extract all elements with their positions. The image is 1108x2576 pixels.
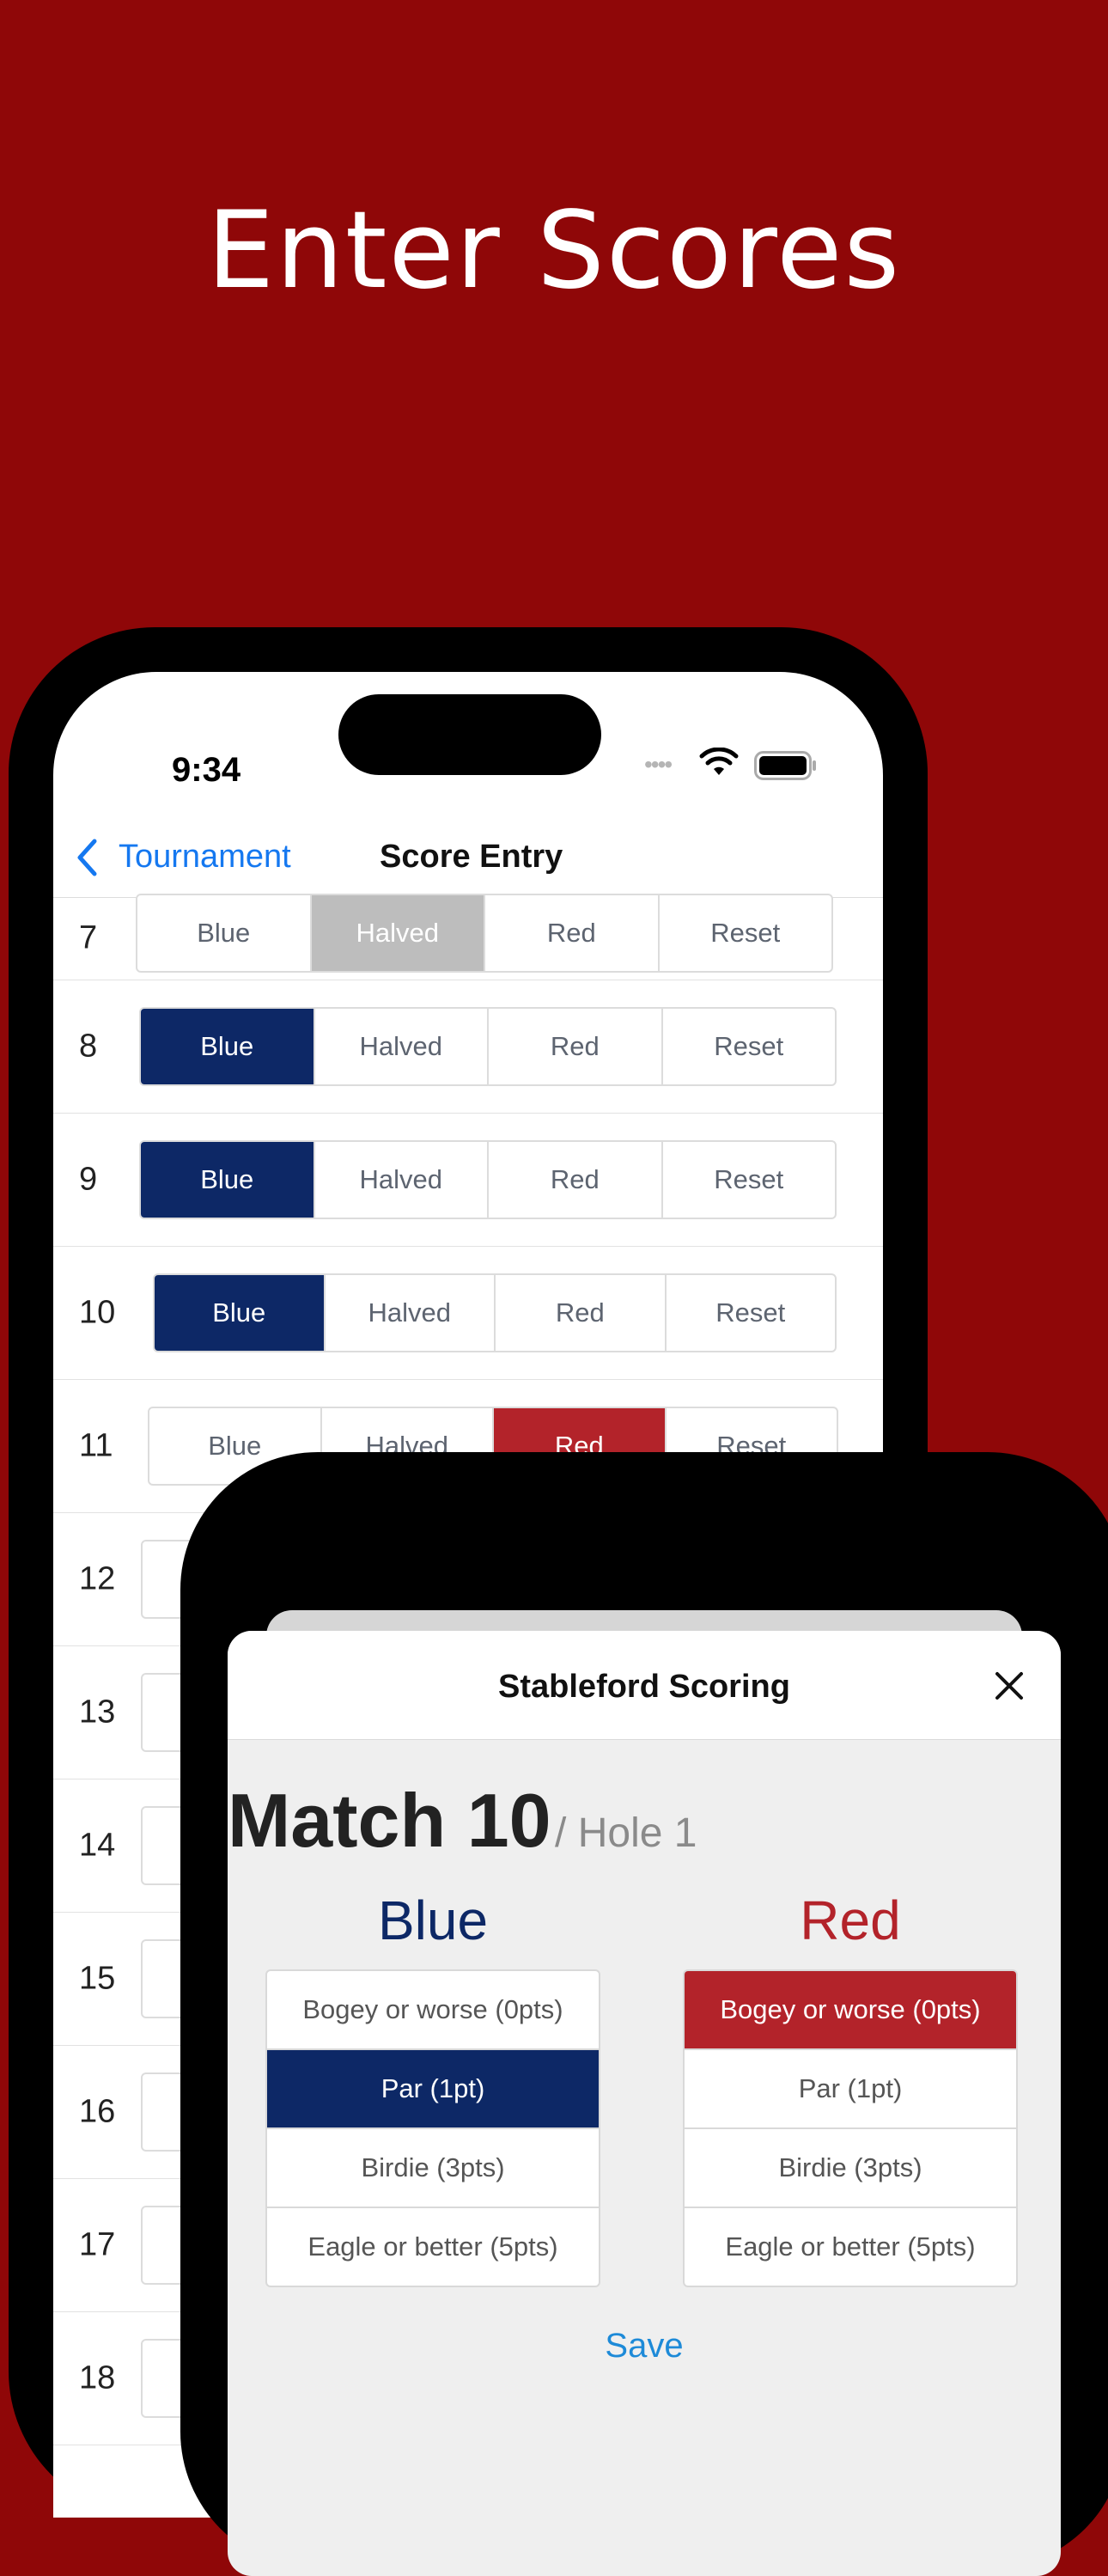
segment-halved[interactable]: Halved	[313, 1009, 488, 1084]
status-bar: 9:34 ••••	[53, 672, 883, 792]
segment-blue[interactable]: Blue	[141, 1142, 314, 1218]
match-title: Match 10	[228, 1778, 551, 1863]
segment-halved[interactable]: Halved	[323, 1275, 495, 1351]
red-column: Red Bogey or worse (0pts) Par (1pt) Birdie…	[683, 1889, 1018, 2287]
blue-option[interactable]: Birdie (3pts)	[267, 2127, 599, 2207]
hole-row: 10 Blue Halved Red Reset	[53, 1247, 883, 1380]
close-icon[interactable]	[992, 1669, 1026, 1703]
segment-red[interactable]: Red	[484, 895, 658, 971]
back-button[interactable]: Tournament	[119, 839, 291, 876]
phone-front: Stableford Scoring Match 10 / Hole 1 Blu…	[180, 1452, 1108, 2576]
signal-dots-icon: ••••	[644, 751, 673, 778]
segment-reset[interactable]: Reset	[657, 895, 832, 971]
hole-number: 18	[79, 2359, 116, 2396]
segment-reset[interactable]: Reset	[664, 1275, 836, 1351]
hole-row: 8 Blue Halved Red Reset	[53, 980, 883, 1114]
segment-halved[interactable]: Halved	[313, 1142, 488, 1218]
dynamic-island	[338, 694, 601, 775]
hole-number: 12	[79, 1560, 116, 1597]
segment-blue[interactable]: Blue	[137, 895, 310, 971]
battery-icon	[754, 751, 816, 780]
save-button[interactable]: Save	[228, 2327, 1061, 2365]
segment-reset[interactable]: Reset	[661, 1009, 836, 1084]
blue-title: Blue	[377, 1889, 489, 1951]
stableford-sheet: Stableford Scoring Match 10 / Hole 1 Blu…	[228, 1631, 1061, 2576]
result-segmented-control: Blue Halved Red Reset	[139, 1007, 837, 1086]
blue-options: Bogey or worse (0pts) Par (1pt) Birdie (3p…	[265, 1969, 600, 2287]
segment-reset[interactable]: Reset	[661, 1142, 836, 1218]
blue-option[interactable]: Bogey or worse (0pts)	[267, 1971, 599, 2048]
blue-option[interactable]: Par (1pt)	[267, 2048, 599, 2127]
segment-blue[interactable]: Blue	[141, 1009, 314, 1084]
result-segmented-control: Blue Halved Red Reset	[136, 894, 833, 973]
blue-column: Blue Bogey or worse (0pts) Par (1pt) Birdi…	[265, 1889, 600, 2287]
hole-number: 10	[79, 1294, 116, 1331]
hole-number: 9	[79, 1161, 98, 1198]
hole-row: 7 Blue Halved Red Reset	[53, 894, 883, 980]
segment-red[interactable]: Red	[487, 1142, 661, 1218]
result-segmented-control: Blue Halved Red Reset	[139, 1140, 837, 1219]
navigation-bar: Tournament Score Entry	[53, 801, 883, 898]
hole-number: 14	[79, 1827, 116, 1864]
segment-blue[interactable]: Blue	[155, 1275, 324, 1351]
hole-row: 9 Blue Halved Red Reset	[53, 1114, 883, 1247]
red-option[interactable]: Birdie (3pts)	[685, 2127, 1016, 2207]
hole-number: 7	[79, 919, 98, 956]
wifi-icon	[699, 748, 739, 775]
result-segmented-control: Blue Halved Red Reset	[153, 1273, 837, 1352]
sheet-title: Stableford Scoring	[498, 1669, 790, 1705]
page-title: Score Entry	[380, 839, 563, 875]
red-options: Bogey or worse (0pts) Par (1pt) Birdie (3p…	[683, 1969, 1018, 2287]
red-option[interactable]: Eagle or better (5pts)	[685, 2207, 1016, 2286]
segment-red[interactable]: Red	[487, 1009, 661, 1084]
red-option[interactable]: Par (1pt)	[685, 2048, 1016, 2127]
hole-number: 16	[79, 2093, 116, 2130]
segment-red[interactable]: Red	[494, 1275, 665, 1351]
hole-number: 15	[79, 1960, 116, 1997]
sheet-header: Stableford Scoring	[228, 1631, 1061, 1740]
red-title: Red	[800, 1889, 901, 1951]
hole-subtitle: / Hole 1	[555, 1810, 697, 1856]
hole-number: 8	[79, 1028, 98, 1065]
hole-number: 17	[79, 2226, 116, 2263]
headline: Enter Scores	[206, 189, 902, 313]
red-option[interactable]: Bogey or worse (0pts)	[685, 1971, 1016, 2048]
hole-number: 11	[79, 1427, 113, 1464]
hole-number: 13	[79, 1694, 116, 1731]
blue-option[interactable]: Eagle or better (5pts)	[267, 2207, 599, 2286]
status-time: 9:34	[172, 751, 241, 789]
match-heading: Match 10 / Hole 1	[228, 1777, 697, 1865]
segment-halved[interactable]: Halved	[309, 895, 484, 971]
chevron-left-icon[interactable]	[76, 839, 98, 876]
